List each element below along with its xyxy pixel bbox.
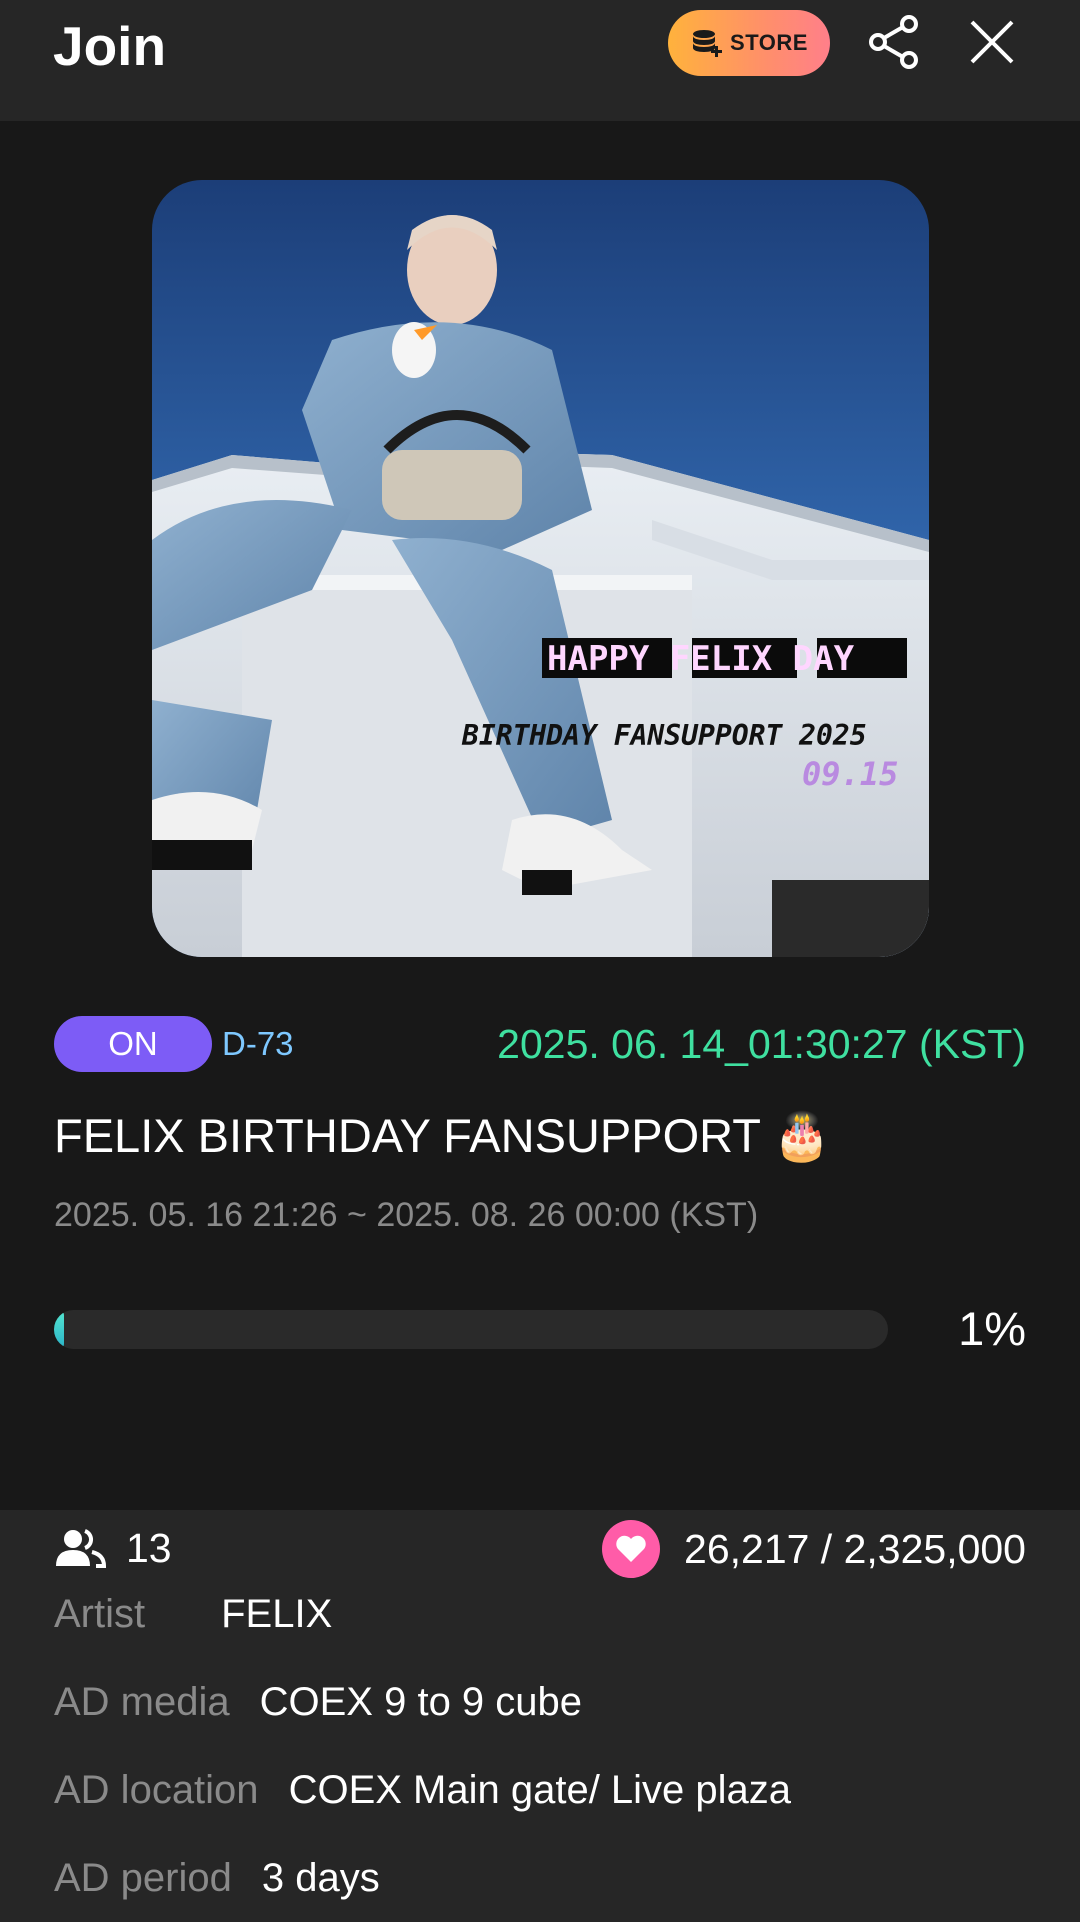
event-status-row: ON D-73 2025. 06. 14_01:30:27 (KST) [54, 1016, 1026, 1072]
progress-fill [54, 1310, 64, 1349]
poster-headline: HAPPY FELIX DAY [547, 639, 855, 679]
event-poster-image[interactable]: HAPPY FELIX DAY BIRTHDAY FANSUPPORT 2025… [152, 180, 929, 957]
store-label: STORE [730, 30, 808, 55]
event-title: FELIX BIRTHDAY FANSUPPORT 🎂 [54, 1106, 830, 1166]
poster-subline: BIRTHDAY FANSUPPORT 2025 [461, 719, 867, 752]
detail-artist: Artist FELIX [54, 1570, 1034, 1658]
detail-label: Artist [54, 1591, 146, 1636]
detail-value: COEX Main gate/ Live plaza [288, 1767, 792, 1812]
current-time: 2025. 06. 14_01:30:27 (KST) [497, 1021, 1026, 1067]
detail-value: COEX 9 to 9 cube [259, 1679, 583, 1724]
event-details: Artist FELIX AD media COEX 9 to 9 cube A… [54, 1570, 1034, 1922]
event-title-text: FELIX BIRTHDAY FANSUPPORT [54, 1109, 761, 1162]
progress-bar [54, 1310, 888, 1349]
detail-ad-location: AD location COEX Main gate/ Live plaza [54, 1746, 1034, 1834]
detail-ad-media: AD media COEX 9 to 9 cube [54, 1658, 1034, 1746]
detail-value: 3 days [261, 1855, 380, 1900]
detail-ad-period: AD period 3 days [54, 1834, 1034, 1922]
participants-count: 13 [126, 1525, 172, 1571]
users-icon [56, 1529, 106, 1568]
event-card: HAPPY FELIX DAY BIRTHDAY FANSUPPORT 2025… [0, 121, 1080, 1578]
detail-label: AD period [54, 1855, 232, 1900]
poster-date: 09.15 [802, 755, 898, 793]
status-badge: ON [54, 1016, 212, 1072]
top-bar: Join STORE [0, 0, 1080, 121]
cake-emoji: 🎂 [773, 1110, 831, 1162]
progress-percent: 1% [958, 1302, 1026, 1355]
close-icon[interactable] [966, 16, 1018, 68]
event-period: 2025. 05. 16 21:26 ~ 2025. 08. 26 00:00 … [54, 1196, 759, 1234]
store-button[interactable]: STORE [668, 10, 830, 76]
d-day-counter: D-73 [222, 1025, 294, 1062]
share-icon[interactable] [864, 12, 924, 72]
coin-stack-plus-icon [690, 28, 724, 58]
detail-label: AD location [54, 1767, 259, 1812]
page-title: Join [53, 15, 167, 77]
detail-value: FELIX [221, 1591, 333, 1636]
detail-label: AD media [54, 1679, 230, 1724]
